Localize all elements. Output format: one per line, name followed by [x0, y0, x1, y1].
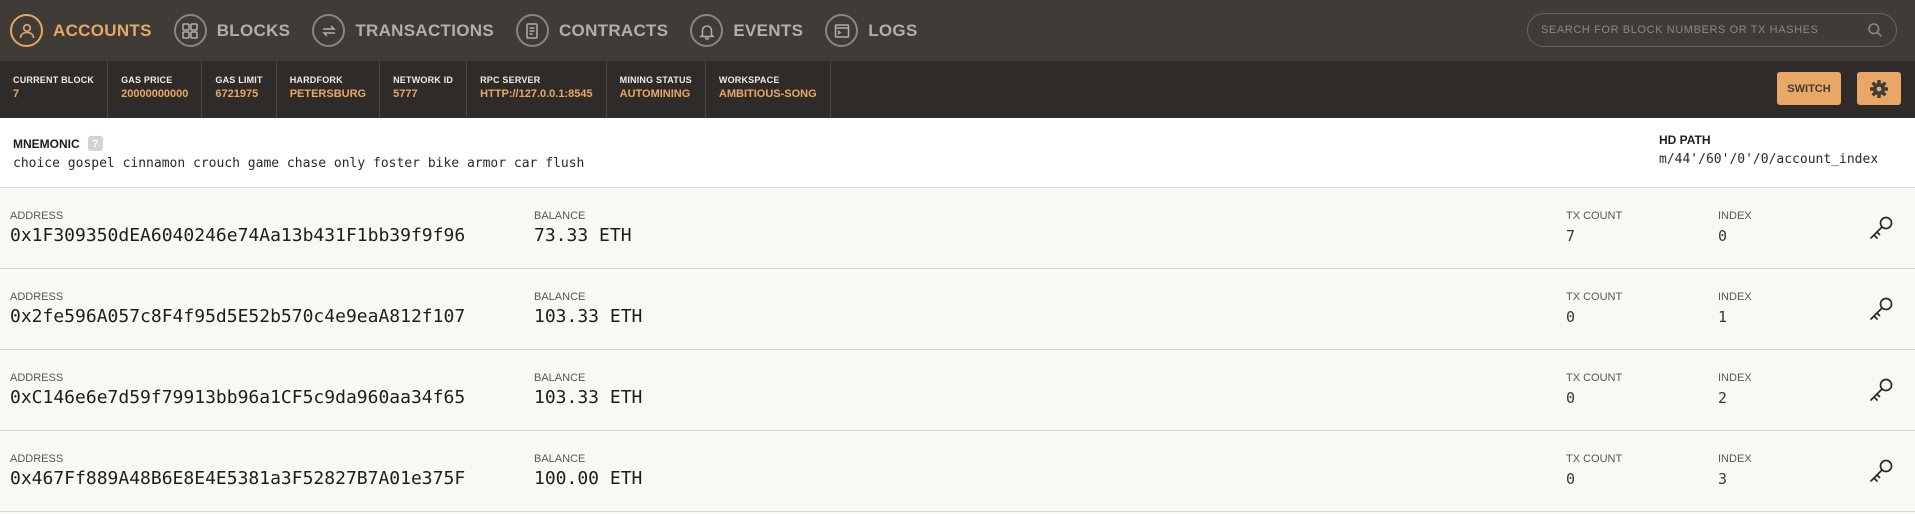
account-row: ADDRESS 0x2fe596A057c8F4f95d5E52b570c4e9…: [0, 269, 1915, 350]
stat-label: RPC SERVER: [480, 75, 541, 85]
stat-workspace: WORKSPACE AMBITIOUS-SONG: [706, 61, 831, 118]
search-input[interactable]: [1528, 23, 1867, 37]
stat-label: MINING STATUS: [619, 75, 692, 85]
hd-path-label: HD PATH: [1659, 133, 1711, 147]
tx-count-label: TX COUNT: [1566, 291, 1623, 303]
stat-hardfork: HARDFORK PETERSBURG: [277, 61, 381, 118]
switch-button[interactable]: SWITCH: [1777, 72, 1841, 105]
logs-icon: [825, 14, 859, 47]
search-icon[interactable]: [1867, 22, 1883, 38]
stat-value: 5777: [393, 88, 418, 100]
nav-contracts-label: CONTRACTS: [558, 20, 669, 40]
stat-label: GAS LIMIT: [215, 75, 263, 85]
address-label: ADDRESS: [10, 372, 64, 384]
hd-path-value: m/44'/60'/0'/0/account_index: [1659, 152, 1879, 167]
stat-gas-price: GAS PRICE 20000000000: [108, 61, 203, 118]
nav-accounts-label: ACCOUNTS: [53, 20, 152, 40]
status-bar: CURRENT BLOCK 7 GAS PRICE 20000000000 GA…: [0, 61, 1915, 118]
stat-value: 6721975: [215, 88, 259, 100]
stat-value: 7: [13, 88, 20, 100]
search-box: [1527, 13, 1897, 47]
balance-label: BALANCE: [534, 372, 586, 384]
tx-count-label: TX COUNT: [1566, 453, 1623, 465]
top-navigation: ACCOUNTS BLOCKS TRANSACTIONS CONTRACTS E…: [0, 0, 1915, 61]
stat-gas-limit: GAS LIMIT 6721975: [202, 61, 277, 118]
help-icon[interactable]: ?: [87, 136, 103, 151]
stat-value: 20000000000: [121, 88, 189, 100]
transactions-icon: [312, 14, 346, 47]
nav-logs[interactable]: LOGS: [825, 0, 939, 61]
accounts-list: ADDRESS 0x1F309350dEA6040246e74Aa13b431F…: [0, 188, 1915, 512]
address-label: ADDRESS: [10, 291, 64, 303]
stat-label: HARDFORK: [289, 75, 343, 85]
index-label: INDEX: [1718, 210, 1752, 222]
account-index: 2: [1718, 389, 1728, 407]
blocks-icon: [173, 14, 207, 47]
account-balance: 73.33 ETH: [534, 225, 632, 246]
account-index: 1: [1718, 308, 1728, 326]
nav-events[interactable]: EVENTS: [690, 0, 825, 61]
stat-value: PETERSBURG: [289, 88, 367, 100]
nav-events-label: EVENTS: [733, 20, 804, 40]
stat-label: NETWORK ID: [393, 75, 454, 85]
account-address: 0x467Ff889A48B6E8E4E5381a3F52827B7A01e37…: [10, 468, 466, 489]
account-address: 0x2fe596A057c8F4f95d5E52b570c4e9eaA812f1…: [10, 306, 466, 327]
tx-count-label: TX COUNT: [1566, 210, 1623, 222]
account-tx-count: 0: [1566, 308, 1576, 326]
balance-label: BALANCE: [534, 453, 586, 465]
stat-value: HTTP://127.0.0.1:8545: [480, 88, 593, 100]
balance-label: BALANCE: [534, 291, 586, 303]
nav-accounts[interactable]: ACCOUNTS: [0, 0, 174, 61]
account-tx-count: 0: [1566, 389, 1576, 407]
index-label: INDEX: [1718, 453, 1752, 465]
stat-label: GAS PRICE: [121, 75, 173, 85]
mnemonic-phrase: choice gospel cinnamon crouch game chase…: [13, 156, 585, 171]
account-index: 3: [1718, 470, 1728, 488]
address-label: ADDRESS: [10, 210, 64, 222]
settings-button[interactable]: [1857, 72, 1901, 105]
mnemonic-panel: MNEMONIC ? choice gospel cinnamon crouch…: [0, 118, 1915, 188]
person-icon: [10, 14, 43, 47]
account-balance: 103.33 ETH: [534, 306, 643, 327]
key-icon[interactable]: [1866, 456, 1896, 486]
bell-icon: [690, 14, 724, 47]
key-icon[interactable]: [1866, 375, 1896, 405]
account-index: 0: [1718, 227, 1728, 245]
account-address: 0xC146e6e7d59f79913bb96a1CF5c9da960aa34f…: [10, 387, 466, 408]
account-tx-count: 7: [1566, 227, 1576, 245]
stat-rpc-server: RPC SERVER HTTP://127.0.0.1:8545: [467, 61, 607, 118]
account-balance: 100.00 ETH: [534, 468, 643, 489]
account-balance: 103.33 ETH: [534, 387, 643, 408]
nav-transactions[interactable]: TRANSACTIONS: [312, 0, 516, 61]
tx-count-label: TX COUNT: [1566, 372, 1623, 384]
mnemonic-heading: MNEMONIC ?: [13, 136, 103, 151]
key-icon[interactable]: [1866, 213, 1896, 243]
index-label: INDEX: [1718, 372, 1752, 384]
stat-value: AMBITIOUS-SONG: [718, 88, 817, 100]
nav-transactions-label: TRANSACTIONS: [355, 20, 494, 40]
stat-network-id: NETWORK ID 5777: [380, 61, 468, 118]
mnemonic-label: MNEMONIC: [13, 136, 80, 151]
account-tx-count: 0: [1566, 470, 1576, 488]
stat-current-block: CURRENT BLOCK 7: [0, 61, 109, 118]
contracts-icon: [515, 14, 549, 47]
account-row: ADDRESS 0xC146e6e7d59f79913bb96a1CF5c9da…: [0, 350, 1915, 431]
stat-value: AUTOMINING: [619, 88, 691, 100]
nav-blocks-label: BLOCKS: [216, 20, 291, 40]
account-row: ADDRESS 0x1F309350dEA6040246e74Aa13b431F…: [0, 188, 1915, 269]
balance-label: BALANCE: [534, 210, 586, 222]
gear-icon: [1870, 79, 1888, 98]
stat-label: WORKSPACE: [718, 75, 780, 85]
nav-logs-label: LOGS: [868, 20, 918, 40]
nav-blocks[interactable]: BLOCKS: [173, 0, 313, 61]
account-row: ADDRESS 0x467Ff889A48B6E8E4E5381a3F52827…: [0, 431, 1915, 512]
account-address: 0x1F309350dEA6040246e74Aa13b431F1bb39f9f…: [10, 225, 466, 246]
key-icon[interactable]: [1866, 294, 1896, 324]
nav-contracts[interactable]: CONTRACTS: [515, 0, 690, 61]
index-label: INDEX: [1718, 291, 1752, 303]
address-label: ADDRESS: [10, 453, 64, 465]
stat-mining-status: MINING STATUS AUTOMINING: [607, 61, 706, 118]
stat-label: CURRENT BLOCK: [13, 75, 95, 85]
